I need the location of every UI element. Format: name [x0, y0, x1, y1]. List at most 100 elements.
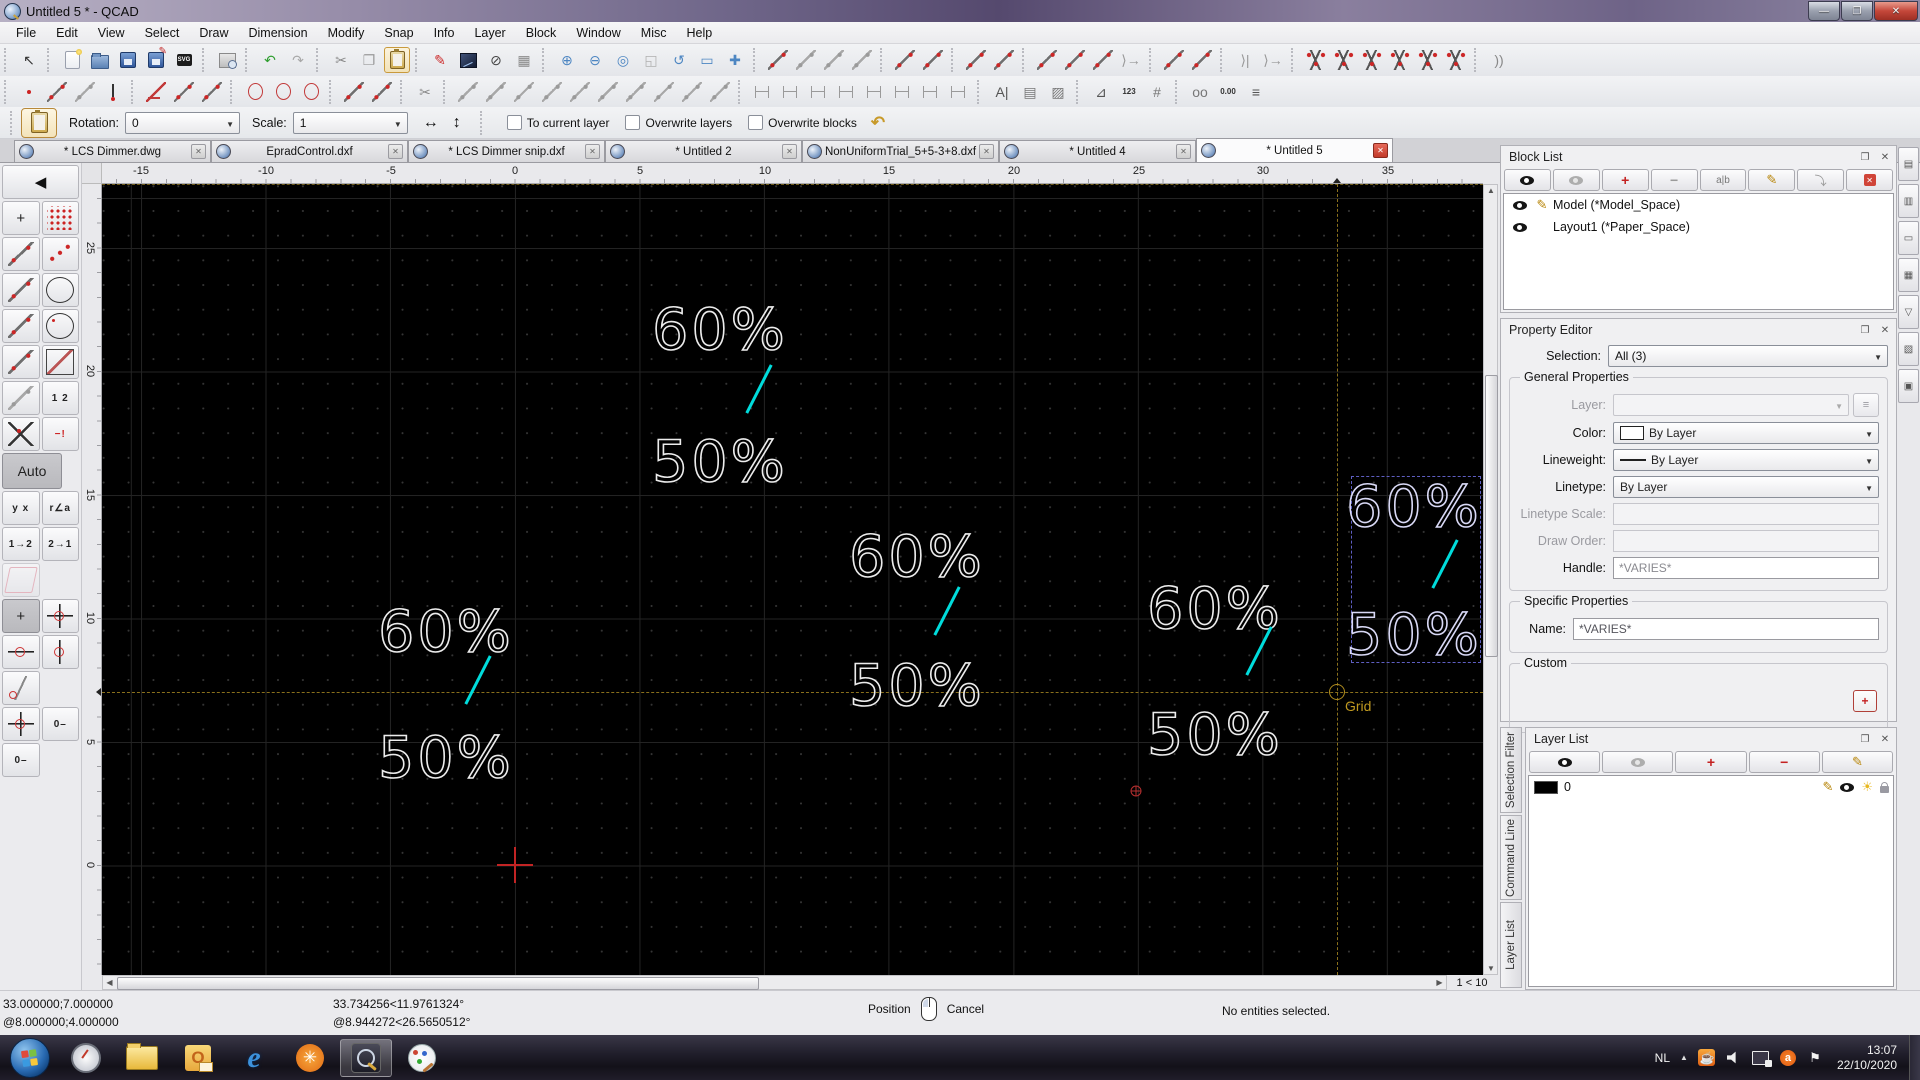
dock-selection-filter-button[interactable]: ▽ [1898, 295, 1919, 329]
selection-combobox[interactable]: All (3) ▼ [1608, 345, 1888, 367]
checkbox-box[interactable] [506, 115, 522, 130]
dock-list-view-button[interactable]: ▦ [1898, 258, 1919, 292]
java-tray-icon[interactable]: ☕ [1698, 1049, 1716, 1067]
line-2-points-button[interactable] [44, 79, 70, 105]
action-center-taskbar-button[interactable] [60, 1039, 112, 1077]
restrict-orthogonal-button[interactable] [41, 599, 79, 633]
purge-blocks-button[interactable]: ✕ [1846, 169, 1893, 191]
vertical-scrollbar[interactable]: ▲ ▼ [1483, 184, 1498, 975]
show-desktop-button[interactable] [1909, 1035, 1920, 1080]
snap-endpoints-button[interactable] [2, 237, 40, 271]
property-combobox[interactable]: By Layer ▼ [1613, 476, 1879, 498]
internet-explorer-taskbar-button[interactable]: e [228, 1039, 280, 1077]
dimension-vertical-button[interactable] [834, 79, 860, 105]
menu-view[interactable]: View [88, 23, 135, 43]
menu-window[interactable]: Window [566, 23, 630, 43]
scroll-down-arrow[interactable]: ▼ [1485, 964, 1497, 973]
close-panel-icon[interactable]: ✕ [1878, 734, 1892, 745]
hide-all-blocks-button[interactable] [1552, 169, 1600, 191]
dimension-diametric-button[interactable] [946, 79, 972, 105]
document-tab[interactable]: * Untitled 5 ✕ [1196, 138, 1393, 162]
save-as-button[interactable] [143, 47, 169, 73]
add-block-button[interactable]: + [1601, 169, 1649, 191]
move-rotate-button[interactable] [595, 79, 621, 105]
side-tab-selection-filter[interactable]: Selection Filter [1500, 727, 1522, 813]
background-color-button[interactable] [455, 47, 481, 73]
dimension-aligned-button[interactable] [750, 79, 776, 105]
float-panel-icon[interactable]: ❐ [1858, 734, 1872, 745]
eye-icon[interactable] [1840, 782, 1855, 792]
snap-coordinate-button[interactable] [2, 381, 40, 415]
start-button[interactable] [10, 1037, 50, 1078]
set-relative-zero-button[interactable] [2, 707, 40, 741]
label-123-button[interactable]: 123 [1116, 79, 1142, 105]
order-tool-button[interactable] [1161, 47, 1187, 73]
spline-insert-node-button[interactable] [1359, 47, 1385, 73]
menu-modify[interactable]: Modify [318, 23, 375, 43]
dock-library-browser-button[interactable]: ▥ [1898, 184, 1919, 218]
tab-close-icon[interactable]: ✕ [979, 144, 994, 159]
lock-relative-zero-button[interactable]: 0– [41, 707, 79, 741]
pencil-icon[interactable]: ✎ [1822, 779, 1833, 795]
block-row[interactable]: Layout1 (*Paper_Space) [1504, 216, 1893, 238]
menu-file[interactable]: File [6, 23, 46, 43]
zoom-window-button[interactable]: ▭ [694, 47, 720, 73]
coordinate-relative-polar-button[interactable]: 2→1 [41, 527, 79, 561]
add-custom-property-button[interactable]: + [1853, 690, 1877, 712]
snap-perpendicular-button[interactable] [2, 273, 40, 307]
levels-tool-button[interactable]: ≡ [1243, 79, 1269, 105]
snap-on-entity-button[interactable] [41, 237, 79, 271]
document-tab[interactable]: * LCS Dimmer snip.dxf ✕ [408, 140, 605, 162]
network-icon[interactable] [1752, 1049, 1773, 1067]
checkbox-overwrite-layers[interactable]: Overwrite layers [625, 115, 732, 130]
auto-trim-button[interactable]: ⟩→ [1260, 47, 1286, 73]
remove-block-button[interactable]: − [1650, 169, 1698, 191]
menu-snap[interactable]: Snap [374, 23, 423, 43]
draw-pencil-button[interactable]: ✎ [427, 47, 453, 73]
menu-misc[interactable]: Misc [631, 23, 677, 43]
print-preview-button[interactable] [214, 47, 240, 73]
scale-button[interactable] [511, 79, 537, 105]
text-tool-button[interactable]: A| [989, 79, 1015, 105]
dimension-angular-button[interactable] [918, 79, 944, 105]
document-tab[interactable]: NonUniformTrial_5+5-3+8.dxf ✕ [802, 140, 999, 162]
auto-zoom-button[interactable]: ◎ [610, 47, 636, 73]
tab-close-icon[interactable]: ✕ [388, 144, 403, 159]
dimension-ordinate-button[interactable] [862, 79, 888, 105]
dimension-leader-button[interactable] [890, 79, 916, 105]
dock-property-editor-button[interactable]: ▧ [1898, 332, 1919, 366]
spline-fit-points-button[interactable] [1331, 47, 1357, 73]
polyline-segments-button[interactable] [1443, 47, 1469, 73]
title-bar[interactable]: Untitled 5 * - QCAD — ❐ ✕ [0, 0, 1920, 22]
menu-info[interactable]: Info [424, 23, 465, 43]
flag-icon[interactable]: ⚑ [1806, 1049, 1824, 1067]
coordinate-polar-button[interactable]: r∠a [41, 491, 79, 525]
zoom-out-button[interactable]: ⊖ [582, 47, 608, 73]
polyline-arc-segment-button[interactable] [1415, 47, 1441, 73]
menu-dimension[interactable]: Dimension [239, 23, 318, 43]
break-out-button[interactable]: ⟩| [1232, 47, 1258, 73]
explode-button[interactable] [1062, 47, 1088, 73]
show-all-layers-button[interactable] [1529, 751, 1601, 773]
insert-image-button[interactable]: ▤ [1017, 79, 1043, 105]
move-button[interactable] [455, 79, 481, 105]
property-combobox[interactable]: By Layer ▼ [1613, 422, 1879, 444]
property-combobox[interactable]: By Layer ▼ [1613, 449, 1879, 471]
document-tab[interactable]: EpradControl.dxf ✕ [211, 140, 408, 162]
rotate-two-button[interactable] [623, 79, 649, 105]
open-file-button[interactable] [87, 47, 113, 73]
funnel-filter-button[interactable] [1090, 47, 1116, 73]
scroll-right-arrow[interactable]: ▶ [1433, 978, 1446, 987]
document-tab[interactable]: * LCS Dimmer.dwg ✕ [14, 140, 211, 162]
line-parallel-distance-button[interactable] [199, 79, 225, 105]
draft-mode-button[interactable]: ⊘ [483, 47, 509, 73]
line-parallel-button[interactable] [171, 79, 197, 105]
drawing-canvas[interactable]: Grid 60% 50% 60% 50% 60% 50% 60% 50% 60% 50% [102, 184, 1483, 975]
sun-icon[interactable]: ☀ [1861, 779, 1873, 795]
snap-distance-button[interactable] [821, 47, 847, 73]
name-field[interactable]: *VARIES* [1573, 618, 1879, 640]
menu-edit[interactable]: Edit [46, 23, 88, 43]
scroll-left-arrow[interactable]: ◀ [103, 978, 116, 987]
float-panel-icon[interactable]: ❐ [1858, 325, 1872, 336]
hide-all-layers-button[interactable] [1602, 751, 1674, 773]
